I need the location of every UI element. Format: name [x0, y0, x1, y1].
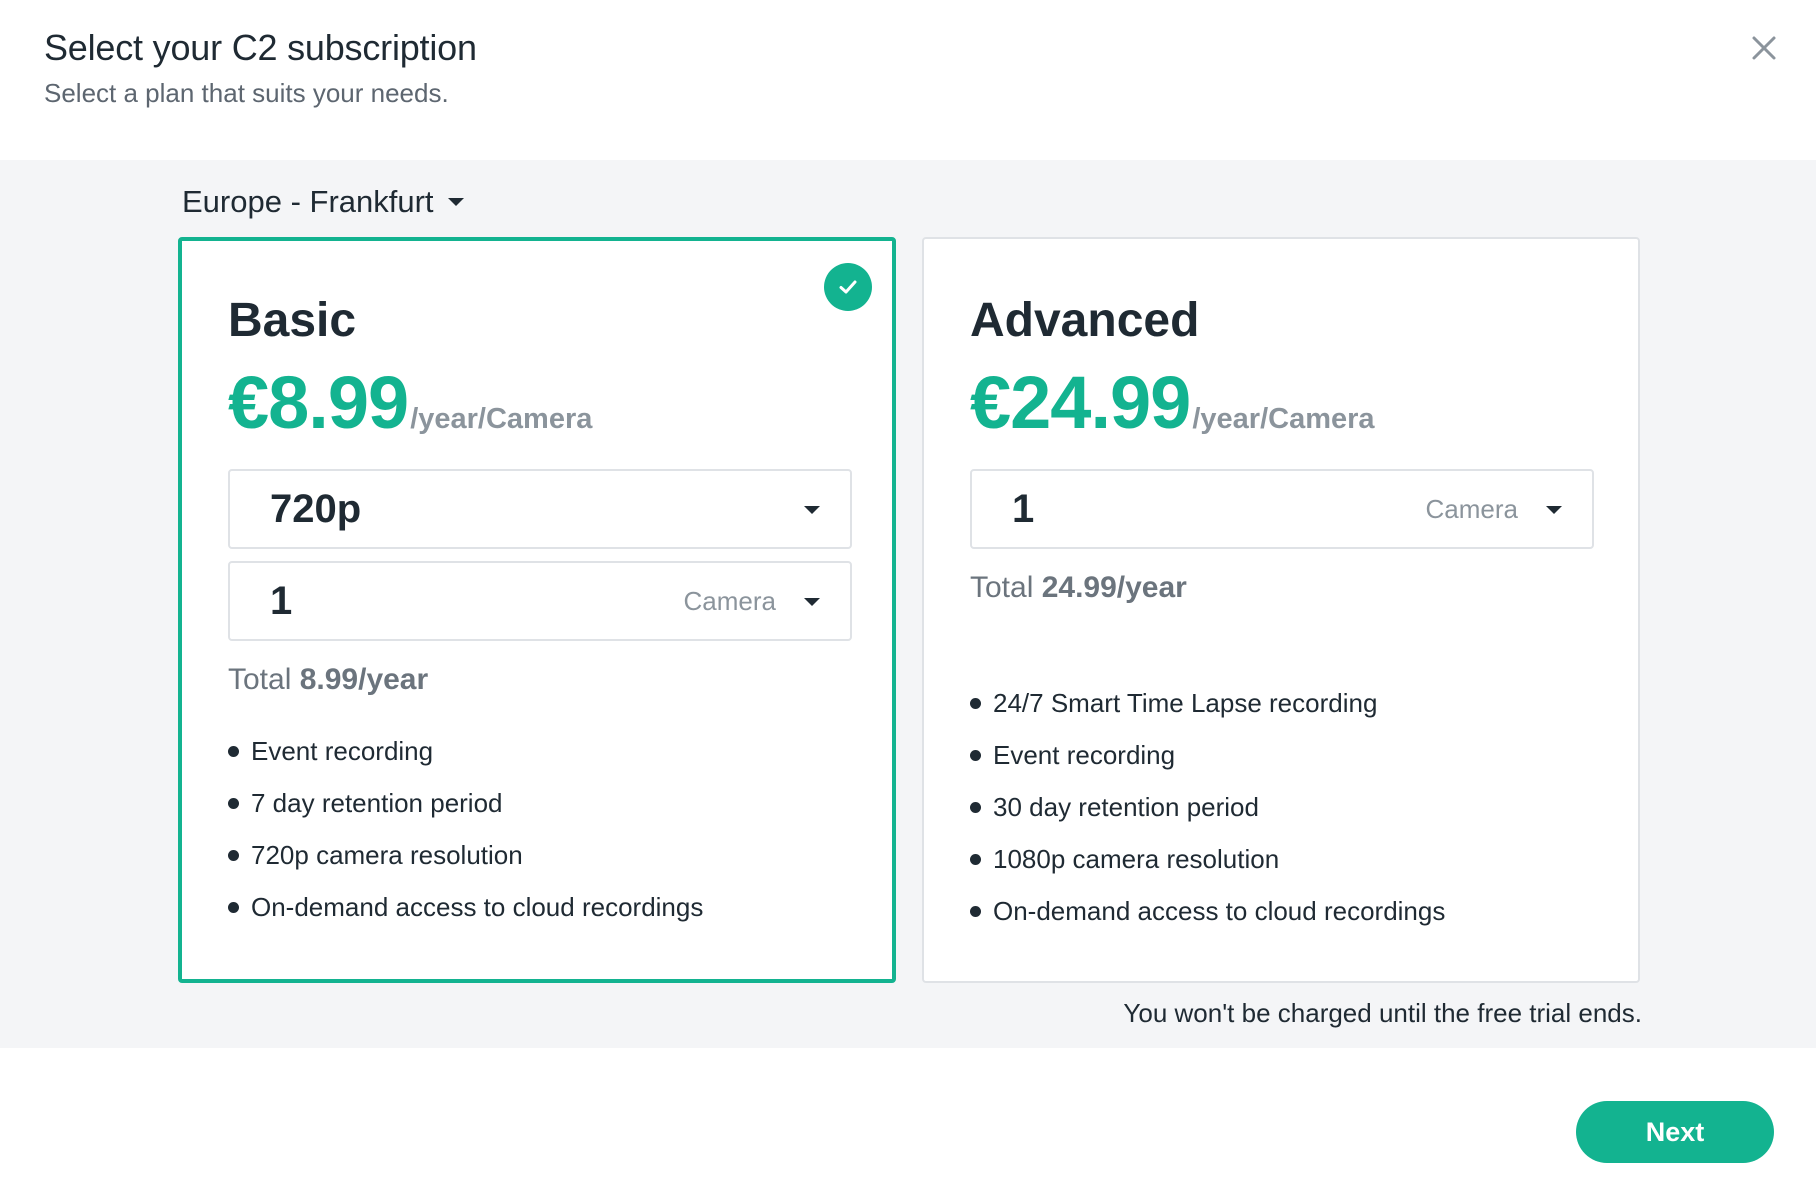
feature-text: On-demand access to cloud recordings: [251, 891, 704, 922]
feature-text: Event recording: [251, 735, 434, 766]
bullet-icon: [228, 849, 239, 861]
camera-count-value: 1: [270, 578, 293, 623]
feature-text: 720p camera resolution: [251, 839, 523, 870]
price-period: /year/Camera: [410, 403, 593, 435]
feature-text: Event recording: [993, 739, 1176, 770]
feature-list: Event recording 7 day retention period 7…: [228, 725, 846, 933]
list-item: 30 day retention period: [970, 781, 1592, 833]
camera-unit: Camera: [683, 585, 776, 616]
camera-count-value: 1: [1012, 486, 1035, 531]
plan-name: Advanced: [970, 294, 1200, 347]
plan-total: Total 8.99/year: [228, 661, 846, 699]
close-button[interactable]: [1746, 30, 1782, 66]
feature-text: 30 day retention period: [993, 791, 1259, 822]
chevron-down-icon: [804, 506, 820, 514]
list-item: On-demand access to cloud recordings: [970, 885, 1592, 937]
feature-text: On-demand access to cloud recordings: [993, 895, 1446, 926]
bullet-icon: [228, 797, 239, 809]
plan-total: Total 24.99/year: [970, 569, 1592, 607]
trial-note: You won't be charged until the free tria…: [1123, 998, 1642, 1028]
price-period: /year/Camera: [1192, 403, 1375, 435]
dialog-subtitle: Select a plan that suits your needs.: [44, 78, 449, 108]
bullet-icon: [970, 905, 981, 917]
plan-price: €8.99: [228, 361, 409, 444]
chevron-down-icon: [804, 598, 820, 606]
feature-text: 1080p camera resolution: [993, 843, 1280, 874]
plan-content: Basic €8.99 /year/Camera 720p 1 Camera T…: [228, 293, 852, 933]
plan-content: Advanced €24.99 /year/Camera 1 Camera To…: [970, 293, 1594, 937]
chevron-down-icon: [1546, 506, 1562, 514]
total-value: 24.99/year: [1041, 571, 1187, 604]
dialog-header: Select your C2 subscription Select a pla…: [44, 26, 477, 110]
list-item: 1080p camera resolution: [970, 833, 1592, 885]
plan-name: Basic: [228, 294, 357, 347]
bullet-icon: [970, 853, 981, 865]
list-item: 7 day retention period: [228, 777, 846, 829]
feature-list: 24/7 Smart Time Lapse recording Event re…: [970, 677, 1592, 937]
total-label: Total: [970, 571, 1034, 604]
list-item: 720p camera resolution: [228, 829, 846, 881]
feature-text: 7 day retention period: [251, 787, 503, 818]
resolution-value: 720p: [270, 486, 362, 531]
region-label: Europe - Frankfurt: [182, 184, 434, 219]
subscription-dialog: Select your C2 subscription Select a pla…: [0, 0, 1816, 1188]
close-icon: [1752, 36, 1776, 60]
camera-count-select[interactable]: 1 Camera: [228, 561, 852, 641]
plan-card-advanced[interactable]: Advanced €24.99 /year/Camera 1 Camera To…: [922, 237, 1640, 983]
camera-unit: Camera: [1425, 493, 1518, 524]
chevron-down-icon: [447, 198, 464, 206]
region-selector[interactable]: Europe - Frankfurt: [182, 184, 464, 220]
bullet-icon: [228, 901, 239, 913]
total-value: 8.99/year: [299, 663, 429, 696]
dialog-title: Select your C2 subscription: [44, 27, 477, 68]
plan-card-basic[interactable]: Basic €8.99 /year/Camera 720p 1 Camera T…: [178, 237, 896, 983]
camera-count-select[interactable]: 1 Camera: [970, 469, 1594, 549]
resolution-select[interactable]: 720p: [228, 469, 852, 549]
price-row: €24.99 /year/Camera: [970, 363, 1592, 443]
list-item: Event recording: [228, 725, 846, 777]
price-row: €8.99 /year/Camera: [228, 363, 846, 443]
list-item: 24/7 Smart Time Lapse recording: [970, 677, 1592, 729]
bullet-icon: [970, 749, 981, 761]
list-item: Event recording: [970, 729, 1592, 781]
next-button[interactable]: Next: [1576, 1101, 1774, 1163]
bullet-icon: [970, 801, 981, 813]
feature-text: 24/7 Smart Time Lapse recording: [993, 687, 1378, 718]
bullet-icon: [228, 745, 239, 757]
bullet-icon: [970, 697, 981, 709]
plan-price: €24.99: [970, 361, 1191, 444]
list-item: On-demand access to cloud recordings: [228, 881, 846, 933]
total-label: Total: [228, 663, 292, 696]
